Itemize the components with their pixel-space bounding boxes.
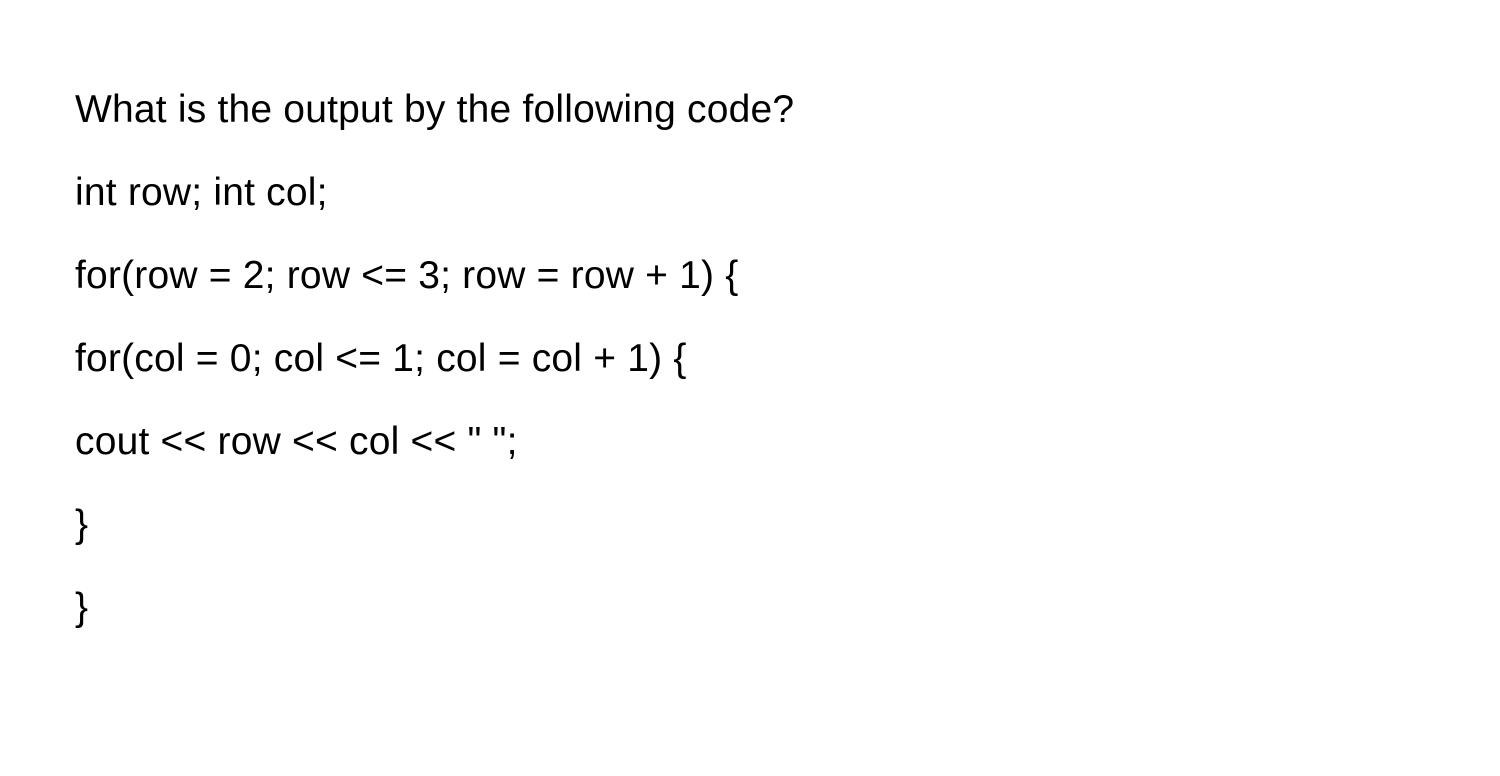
code-line: int row; int col; [75,173,1425,212]
code-line: for(row = 2; row <= 3; row = row + 1) { [75,256,1425,295]
code-line: } [75,505,1425,544]
code-line: } [75,588,1425,627]
code-line: cout << row << col << " "; [75,422,1425,461]
code-question-content: What is the output by the following code… [0,0,1500,717]
question-line: What is the output by the following code… [75,90,1425,129]
code-line: for(col = 0; col <= 1; col = col + 1) { [75,339,1425,378]
